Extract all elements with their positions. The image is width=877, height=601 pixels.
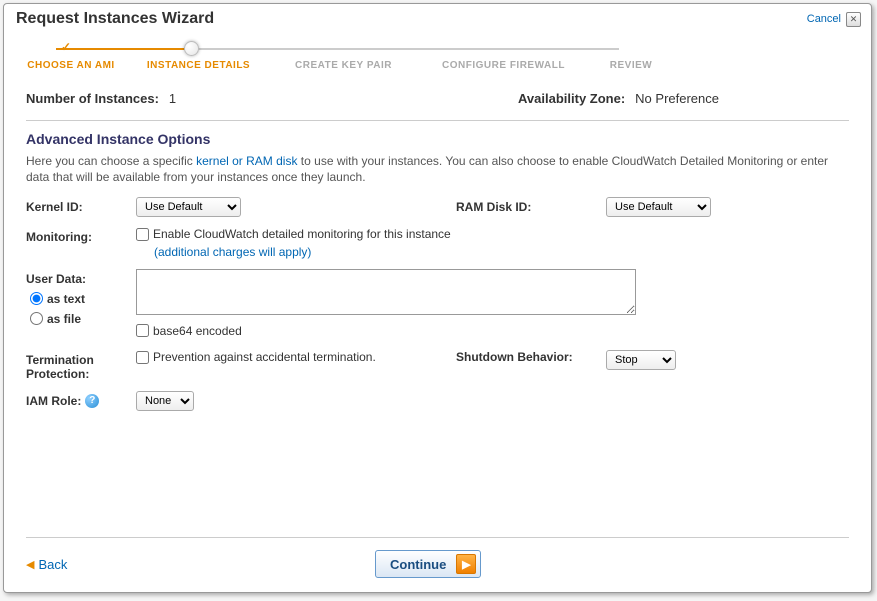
termination-text: Prevention against accidental terminatio…: [153, 350, 376, 364]
continue-button[interactable]: Continue ▶: [375, 550, 481, 578]
monitoring-charges-link[interactable]: (additional charges will apply): [154, 245, 776, 259]
steps-progress: [56, 48, 196, 50]
step-create-key-pair: CREATE KEY PAIR: [271, 60, 416, 71]
monitoring-check-text: Enable CloudWatch detailed monitoring fo…: [153, 227, 451, 241]
close-icon[interactable]: ✕: [846, 12, 861, 27]
termination-checkbox[interactable]: [136, 351, 149, 364]
step-review: REVIEW: [591, 60, 671, 71]
monitoring-checkbox[interactable]: [136, 228, 149, 241]
termination-checkbox-label[interactable]: Prevention against accidental terminatio…: [136, 350, 376, 364]
summary-row: Number of Instances: 1 Availability Zone…: [26, 81, 849, 120]
user-data-as-file-radio[interactable]: as file: [30, 312, 136, 326]
kernel-id-label: Kernel ID:: [26, 197, 136, 214]
iam-role-label: IAM Role: ?: [26, 391, 136, 408]
arrow-right-icon: ▶: [456, 554, 476, 574]
availability-zone-value: No Preference: [635, 91, 719, 106]
steps-labels: CHOOSE AN AMI INSTANCE DETAILS CREATE KE…: [16, 58, 859, 71]
num-instances-value: 1: [169, 91, 176, 106]
kernel-id-select[interactable]: Use Default: [136, 197, 241, 217]
section-title: Advanced Instance Options: [26, 131, 849, 147]
monitoring-checkbox-label[interactable]: Enable CloudWatch detailed monitoring fo…: [136, 227, 451, 241]
kernel-ram-link[interactable]: kernel or RAM disk: [196, 154, 297, 168]
base64-checkbox[interactable]: [136, 324, 149, 337]
termination-protection-label: Termination Protection:: [26, 350, 136, 381]
divider: [26, 120, 849, 121]
shutdown-behavior-label: Shutdown Behavior:: [456, 350, 606, 364]
user-data-textarea[interactable]: [136, 269, 636, 315]
monitoring-label: Monitoring:: [26, 227, 136, 244]
footer: ◀ Back Continue ▶: [4, 525, 871, 592]
title-bar: Request Instances Wizard Cancel ✕: [4, 4, 871, 32]
step-choose-ami[interactable]: CHOOSE AN AMI: [16, 60, 126, 71]
form-grid: Kernel ID: Use Default RAM Disk ID: Use …: [26, 197, 849, 411]
shutdown-behavior-select[interactable]: Stop: [606, 350, 676, 370]
ram-disk-id-select[interactable]: Use Default: [606, 197, 711, 217]
back-button[interactable]: ◀ Back: [26, 557, 67, 572]
base64-text: base64 encoded: [153, 324, 242, 338]
content-area: Number of Instances: 1 Availability Zone…: [4, 71, 871, 411]
footer-divider: [26, 537, 849, 538]
as-text-radio[interactable]: [30, 292, 43, 305]
dialog-title: Request Instances Wizard: [16, 10, 214, 28]
num-instances-label: Number of Instances:: [26, 91, 159, 106]
base64-checkbox-label[interactable]: base64 encoded: [136, 324, 242, 338]
wizard-steps: ✓ CHOOSE AN AMI INSTANCE DETAILS CREATE …: [4, 38, 871, 71]
step-instance-details[interactable]: INSTANCE DETAILS: [126, 60, 271, 71]
ram-disk-id-label: RAM Disk ID:: [456, 197, 606, 214]
section-description: Here you can choose a specific kernel or…: [26, 153, 849, 185]
iam-role-select[interactable]: None: [136, 391, 194, 411]
cancel-area: Cancel ✕: [807, 12, 861, 27]
back-label: Back: [38, 557, 67, 572]
cancel-link[interactable]: Cancel: [807, 13, 841, 25]
user-data-as-text-radio[interactable]: as text: [30, 292, 136, 306]
checkmark-icon: ✓: [61, 40, 71, 54]
help-icon[interactable]: ?: [85, 394, 99, 408]
steps-bar: ✓: [16, 38, 859, 58]
chevron-left-icon: ◀: [26, 558, 34, 571]
continue-label: Continue: [390, 557, 446, 572]
step-current-dot: [184, 41, 199, 56]
step-configure-firewall: CONFIGURE FIREWALL: [416, 60, 591, 71]
desc-prefix: Here you can choose a specific: [26, 154, 196, 168]
user-data-label: User Data: as text as file: [26, 269, 136, 332]
as-file-radio[interactable]: [30, 312, 43, 325]
wizard-dialog: Request Instances Wizard Cancel ✕ ✓ CHOO…: [3, 3, 872, 593]
availability-zone-label: Availability Zone:: [518, 91, 625, 106]
